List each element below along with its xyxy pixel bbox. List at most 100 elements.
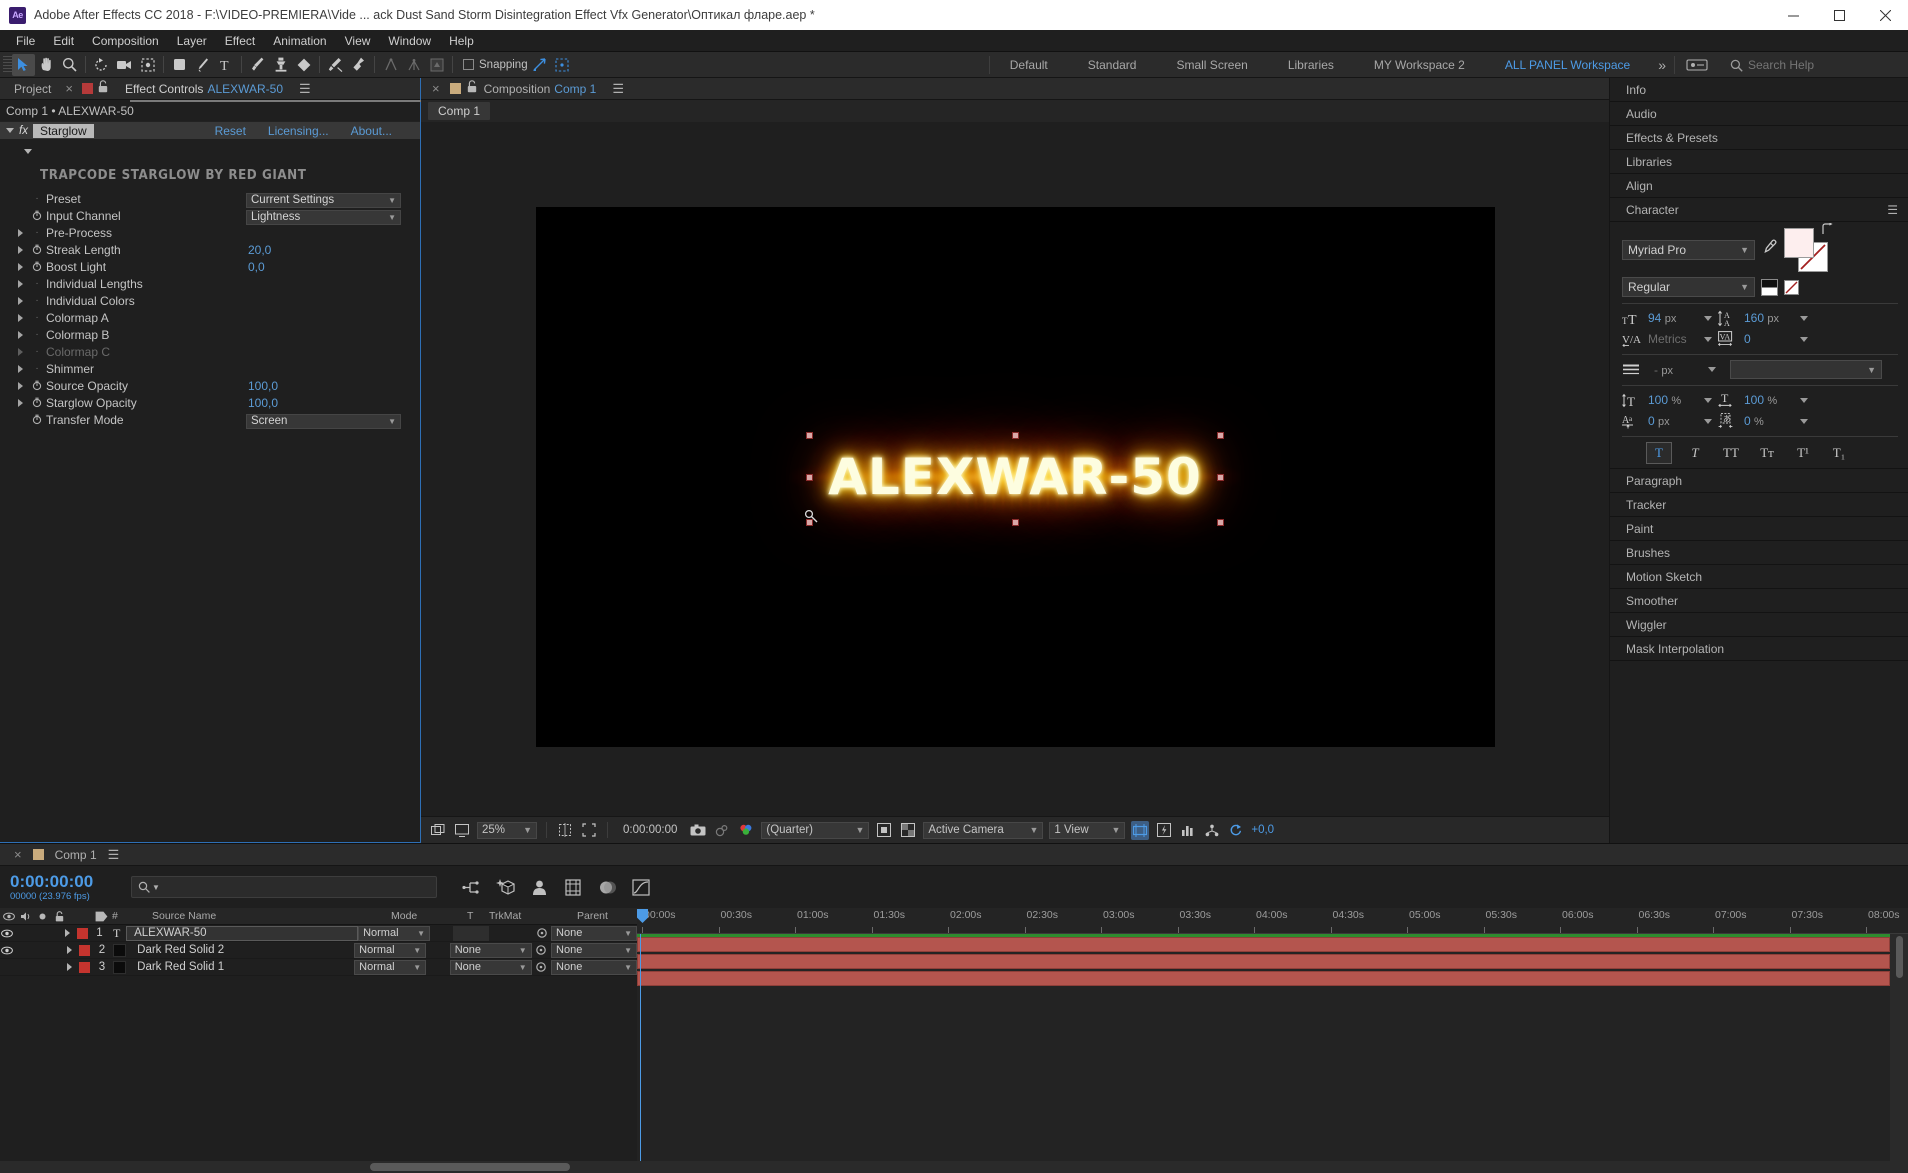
draft-3d-icon[interactable] xyxy=(495,877,515,897)
playhead-line[interactable] xyxy=(640,934,641,1173)
selection-handle-tl[interactable] xyxy=(806,432,814,439)
always-preview-icon[interactable] xyxy=(429,821,447,840)
tab-timeline-comp[interactable]: Comp 1 xyxy=(51,844,101,866)
timeline-layer-row[interactable]: 1 T ALEXWAR-50 Normal ▼ None ▼ xyxy=(0,925,638,942)
layer-bar-2[interactable] xyxy=(637,954,1890,969)
panel-header-motion-sketch[interactable]: Motion Sketch xyxy=(1610,565,1908,589)
layer-mode-select[interactable]: Normal ▼ xyxy=(354,942,427,958)
clone-stamp-tool[interactable] xyxy=(269,54,292,76)
parent-pickwhip-icon[interactable] xyxy=(532,944,551,956)
chevron-down-icon[interactable]: ▼ xyxy=(1029,825,1038,835)
panel-header-info[interactable]: Info xyxy=(1610,78,1908,102)
close-tab-icon[interactable]: × xyxy=(10,847,26,862)
menu-window[interactable]: Window xyxy=(379,30,440,52)
text-style-button-4[interactable]: T¹ xyxy=(1790,442,1816,464)
layer-label-color[interactable] xyxy=(79,961,94,973)
close-tab-icon[interactable]: × xyxy=(421,81,444,96)
panel-header-wiggler[interactable]: Wiggler xyxy=(1610,613,1908,637)
chevron-down-icon[interactable] xyxy=(1704,418,1712,424)
text-style-button-1[interactable]: T xyxy=(1682,442,1708,464)
brush-tool[interactable] xyxy=(246,54,269,76)
selection-handle-br[interactable] xyxy=(1216,519,1224,526)
chevron-down-icon[interactable]: ▼ xyxy=(417,929,425,938)
region-of-interest-icon[interactable] xyxy=(580,821,598,840)
reset-link[interactable]: Reset xyxy=(215,124,246,138)
pan-behind-tool[interactable] xyxy=(136,54,159,76)
roto-brush-tool[interactable] xyxy=(324,54,347,76)
panel-header-libraries[interactable]: Libraries xyxy=(1610,150,1908,174)
panel-menu-icon[interactable]: ☰ xyxy=(1887,203,1898,217)
param-select[interactable]: Screen ▼ xyxy=(246,413,401,429)
rotation-tool[interactable] xyxy=(90,54,113,76)
timeline-vertical-scrollbar[interactable] xyxy=(1890,934,1908,1164)
layer-source-name[interactable]: ALEXWAR-50 xyxy=(126,925,359,941)
fill-color-swatch[interactable] xyxy=(1784,228,1814,258)
panel-header-smoother[interactable]: Smoother xyxy=(1610,589,1908,613)
expand-triangle-icon[interactable] xyxy=(6,128,14,133)
param-row-streak-length[interactable]: Streak Length 20,0 xyxy=(0,241,420,258)
graph-editor-icon[interactable] xyxy=(631,877,651,897)
param-value[interactable]: 100,0 xyxy=(248,379,278,393)
param-row-individual-lengths[interactable]: · Individual Lengths xyxy=(0,275,420,292)
hide-shy-layers-icon[interactable] xyxy=(529,877,549,897)
selection-handle-tc[interactable] xyxy=(1011,432,1019,439)
chevron-down-icon[interactable]: ▼ xyxy=(388,417,396,426)
font-style-select[interactable]: Regular ▼ xyxy=(1622,277,1755,297)
snapshot-camera-icon[interactable] xyxy=(689,821,707,840)
views-select[interactable]: 1 View ▼ xyxy=(1049,821,1126,839)
kerning-field[interactable]: Metrics xyxy=(1648,332,1704,346)
text-layer-preview[interactable]: ALEXWAR-50 xyxy=(790,423,1240,531)
chevron-down-icon[interactable] xyxy=(1708,367,1716,372)
frame-blending-icon[interactable] xyxy=(563,877,583,897)
layer-expand-triangle-icon[interactable] xyxy=(60,963,79,971)
distribute-layers-icon[interactable] xyxy=(402,54,425,76)
renderer-icon[interactable] xyxy=(1203,821,1221,840)
chevron-down-icon[interactable]: ▼ xyxy=(855,825,864,835)
expand-triangle-icon[interactable] xyxy=(18,381,30,390)
camera-select[interactable]: Active Camera ▼ xyxy=(923,821,1044,839)
selection-handle-bc[interactable] xyxy=(1011,519,1019,526)
puppet-pin-tool[interactable] xyxy=(347,54,370,76)
chevron-down-icon[interactable]: ▼ xyxy=(1867,365,1876,375)
stopwatch-icon[interactable] xyxy=(30,244,44,255)
menu-animation[interactable]: Animation xyxy=(264,30,335,52)
horizontal-scale-field[interactable]: 100 % xyxy=(1744,393,1800,407)
tsume-field[interactable]: 0 % xyxy=(1744,414,1800,428)
font-size-field[interactable]: 94 px xyxy=(1648,311,1704,325)
effect-header-row[interactable]: fx Starglow Reset Licensing... About... xyxy=(0,121,420,139)
composition-mini-flowchart-icon[interactable] xyxy=(461,877,481,897)
tab-composition-name[interactable]: Comp 1 xyxy=(554,78,606,100)
panel-header-paint[interactable]: Paint xyxy=(1610,517,1908,541)
workspace-default[interactable]: Default xyxy=(990,52,1068,78)
eraser-tool[interactable] xyxy=(292,54,315,76)
unified-camera-icon[interactable] xyxy=(425,54,448,76)
text-style-button-5[interactable]: T₁ xyxy=(1826,442,1852,464)
param-row-source-opacity[interactable]: Source Opacity 100,0 xyxy=(0,377,420,394)
timeline-search-input[interactable]: ▼ xyxy=(131,876,437,898)
about-link[interactable]: About... xyxy=(351,124,392,138)
shape-tool[interactable] xyxy=(168,54,191,76)
layer-expand-triangle-icon[interactable] xyxy=(60,946,79,954)
snap-arrow-icon[interactable] xyxy=(528,54,551,76)
menu-edit[interactable]: Edit xyxy=(44,30,83,52)
chevron-down-icon[interactable]: ▼ xyxy=(523,825,532,835)
chevron-down-icon[interactable]: ▼ xyxy=(388,196,396,205)
toggle-mask-icon[interactable] xyxy=(875,821,893,840)
timeline-layer-row[interactable]: 2 Dark Red Solid 2 Normal ▼ None ▼ None ▼ xyxy=(0,942,638,959)
parent-pickwhip-icon[interactable] xyxy=(532,927,551,939)
param-select[interactable]: Current Settings ▼ xyxy=(246,192,401,208)
motion-blur-icon[interactable] xyxy=(597,877,617,897)
layer-trkmat-select[interactable]: None ▼ xyxy=(449,959,532,975)
panel-header-tracker[interactable]: Tracker xyxy=(1610,493,1908,517)
vertical-scale-field[interactable]: 100 % xyxy=(1648,393,1704,407)
expand-triangle-icon[interactable] xyxy=(18,347,30,356)
workspace-standard[interactable]: Standard xyxy=(1068,52,1157,78)
panel-menu-icon[interactable]: ☰ xyxy=(299,81,311,97)
expand-triangle-icon[interactable] xyxy=(18,279,30,288)
eyedropper-icon[interactable] xyxy=(1761,239,1778,261)
expand-triangle-icon[interactable] xyxy=(18,228,30,237)
layer-bar-1[interactable] xyxy=(637,937,1890,952)
bottom-status-scrollbar[interactable] xyxy=(0,1161,1908,1173)
chevron-down-icon[interactable]: ▼ xyxy=(624,946,632,955)
chevron-down-icon[interactable] xyxy=(1800,418,1808,424)
